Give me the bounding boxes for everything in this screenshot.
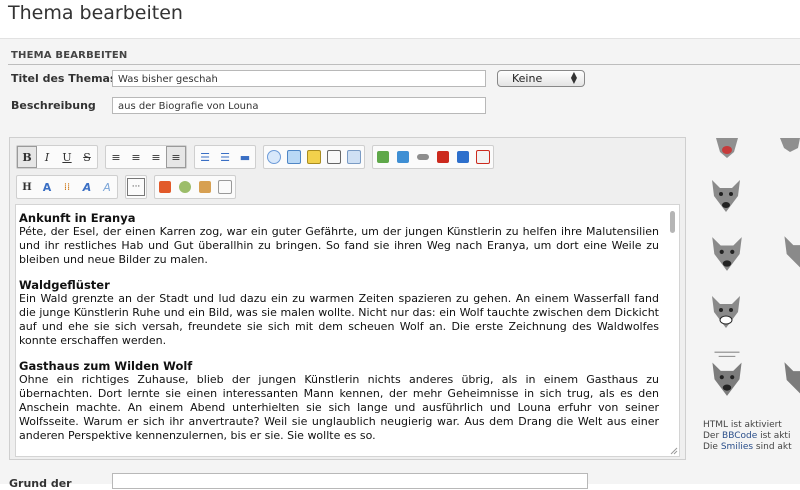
smilies-status-prefix: Die (703, 442, 721, 452)
color-grid-icon[interactable]: ⁞⁞ (57, 176, 77, 198)
underline-button[interactable]: U (57, 146, 77, 168)
bbcode-status-prefix: Der (703, 431, 723, 441)
smilies-link[interactable]: Smilies (721, 442, 753, 452)
align-left-icon[interactable]: ≡ (106, 146, 126, 168)
section-heading: THEMA BEARBEITEN (11, 50, 128, 61)
section-heading-3: Gasthaus zum Wilden Wolf (19, 359, 193, 373)
edit-icon[interactable] (324, 146, 344, 168)
bbcode-link[interactable]: BBCode (722, 431, 757, 441)
wolf-smiley-icon[interactable] (780, 360, 800, 400)
bbcode-editor: B I U S ≡ ≡ ≡ ≡ ☰ ☰ ▬ H A ⁞⁞ A A ··· Ank… (9, 137, 686, 460)
wolf-smiley-icon[interactable] (708, 234, 746, 274)
wolf-smiley-icon[interactable] (712, 138, 742, 158)
html-status: HTML ist aktiviert (703, 420, 782, 430)
description-label: Beschreibung (11, 99, 96, 112)
bold-button[interactable]: B (17, 146, 37, 168)
toolbar-row-1: B I U S ≡ ≡ ≡ ≡ ☰ ☰ ▬ (16, 145, 501, 169)
numbered-list-icon[interactable]: ☰ (215, 146, 235, 168)
description-input[interactable]: aus der Biografie von Louna (112, 97, 486, 114)
paste-icon[interactable] (195, 176, 215, 198)
wolf-smiley-icon[interactable] (780, 234, 800, 274)
font-highlight-icon[interactable]: A (97, 176, 117, 198)
font-size-icon[interactable]: A (37, 176, 57, 198)
page-title: Thema bearbeiten (8, 2, 183, 24)
info-icon[interactable] (453, 146, 473, 168)
reason-label: Grund der (9, 477, 72, 490)
italic-button[interactable]: I (37, 146, 57, 168)
bbcode-status: Der BBCode ist akti (703, 431, 790, 442)
align-right-icon[interactable]: ≡ (146, 146, 166, 168)
link-icon[interactable] (413, 146, 433, 168)
document-icon[interactable] (215, 176, 235, 198)
bbcode-status-suffix: ist akti (757, 431, 791, 441)
justify-icon[interactable]: ≡ (166, 146, 186, 168)
prefix-select-value: Keine (512, 72, 543, 85)
font-color-icon[interactable]: A (77, 176, 97, 198)
speech-bubble-icon[interactable] (264, 146, 284, 168)
title-label: Titel des Themas (11, 72, 117, 85)
section-text-1: Péte, der Esel, der einen Karren zog, wa… (19, 225, 659, 266)
section-text-2: Ein Wald grenzte an der Stadt und lud da… (19, 292, 659, 347)
code-icon[interactable] (344, 146, 364, 168)
align-center-icon[interactable]: ≡ (126, 146, 146, 168)
reason-input[interactable] (112, 473, 588, 489)
smilies-status-suffix: sind akt (753, 442, 792, 452)
wolf-smiley-icon[interactable] (778, 138, 800, 152)
quote-icon[interactable] (373, 146, 393, 168)
bullet-list-icon[interactable]: ☰ (195, 146, 215, 168)
graphic-icon[interactable] (393, 146, 413, 168)
horizontal-rule-icon[interactable]: ▬ (235, 146, 255, 168)
section-heading-1: Ankunft in Eranya (19, 211, 136, 225)
wolf-smiley-icon[interactable] (708, 178, 744, 214)
select-arrows-icon: ▲ ▼ (570, 70, 578, 85)
section-text-3: Ohne ein richtiges Zuhause, blieb der ju… (19, 373, 659, 442)
youtube-icon[interactable] (433, 146, 453, 168)
search-icon[interactable] (175, 176, 195, 198)
strikethrough-button[interactable]: S (77, 146, 97, 168)
flash-icon[interactable] (473, 146, 493, 168)
spoiler-icon[interactable] (284, 146, 304, 168)
smilies-panel (700, 138, 800, 418)
editor-text-area[interactable]: Ankunft in Eranya Péte, der Esel, der ei… (15, 204, 680, 457)
image-icon[interactable] (304, 146, 324, 168)
heading-button[interactable]: H (17, 176, 37, 198)
table-icon[interactable] (155, 176, 175, 198)
smilies-status: Die Smilies sind akt (703, 442, 792, 453)
title-input[interactable]: Was bisher geschah (112, 70, 486, 87)
wolf-smiley-icon[interactable] (708, 348, 746, 398)
editor-scrollbar[interactable] (670, 211, 675, 233)
section-heading-2: Waldgeflüster (19, 278, 110, 292)
more-icon[interactable]: ··· (127, 178, 145, 196)
resize-handle-icon[interactable] (670, 447, 678, 455)
wolf-smiley-icon[interactable] (708, 294, 744, 330)
toolbar-row-2: H A ⁞⁞ A A ··· (16, 175, 243, 199)
prefix-select[interactable]: Keine ▲ ▼ (497, 70, 585, 87)
section-divider (8, 64, 800, 65)
